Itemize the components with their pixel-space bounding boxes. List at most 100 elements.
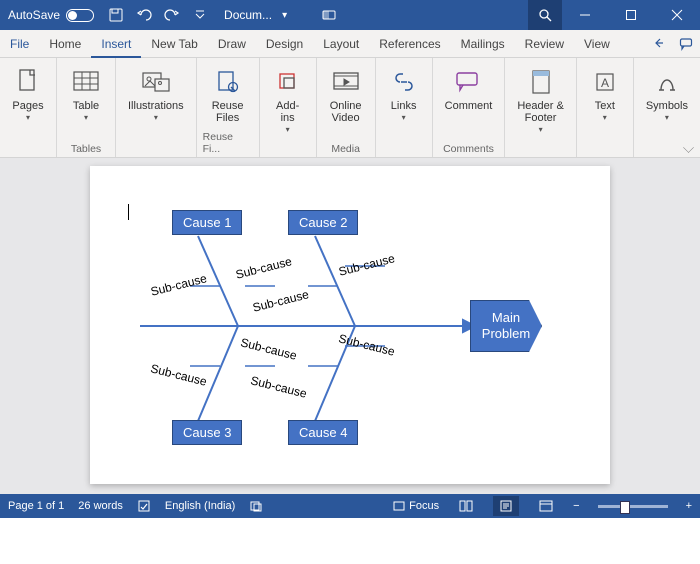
status-bar: Page 1 of 1 26 words English (India) Foc…	[0, 494, 700, 518]
header-footer-button[interactable]: Header & Footer ▾	[511, 62, 569, 138]
focus-mode-button[interactable]: Focus	[393, 500, 439, 512]
share-button[interactable]	[644, 30, 672, 58]
svg-text:A: A	[601, 76, 609, 90]
group-addins: Add- ins ▾	[260, 58, 317, 157]
undo-button[interactable]	[130, 0, 158, 30]
search-button[interactable]	[528, 0, 562, 30]
tab-newtab[interactable]: New Tab	[141, 30, 207, 58]
tab-file[interactable]: File	[0, 30, 39, 58]
cause1-box[interactable]: Cause 1	[172, 210, 242, 235]
word-count[interactable]: 26 words	[78, 500, 123, 512]
autosave-toggle-off-icon[interactable]	[66, 9, 94, 22]
reuse-files-button[interactable]: Reuse Files	[205, 62, 251, 128]
autosave-label: AutoSave	[8, 8, 60, 22]
text-icon: A	[589, 66, 621, 98]
illustrations-icon	[140, 66, 172, 98]
chevron-down-icon: ▾	[402, 114, 406, 122]
cause2-box[interactable]: Cause 2	[288, 210, 358, 235]
close-button[interactable]	[654, 0, 700, 30]
illustrations-group-label	[154, 142, 157, 155]
symbols-label: Symbols	[646, 100, 688, 112]
zoom-out-button[interactable]: −	[573, 500, 579, 512]
chevron-down-icon: ▾	[286, 126, 290, 134]
text-label: Text	[595, 100, 615, 112]
redo-button[interactable]	[158, 0, 186, 30]
addins-label: Add- ins	[276, 100, 299, 124]
save-button[interactable]	[102, 0, 130, 30]
document-title[interactable]: Docum...	[214, 8, 282, 22]
pages-button[interactable]: Pages ▾	[6, 62, 50, 126]
addins-button[interactable]: Add- ins ▾	[266, 62, 310, 138]
title-bar: AutoSave Docum... ▾	[0, 0, 700, 30]
group-links: Links ▾	[376, 58, 433, 157]
tab-mailings[interactable]: Mailings	[451, 30, 515, 58]
tab-layout[interactable]: Layout	[313, 30, 369, 58]
tab-home[interactable]: Home	[39, 30, 91, 58]
page-indicator[interactable]: Page 1 of 1	[8, 500, 64, 512]
symbols-icon	[651, 66, 683, 98]
spellcheck-button[interactable]	[137, 499, 151, 513]
cause4-box[interactable]: Cause 4	[288, 420, 358, 445]
chevron-down-icon: ▾	[539, 126, 543, 134]
chevron-down-icon[interactable]: ▾	[282, 10, 287, 21]
group-text: A Text ▾	[577, 58, 634, 157]
comments-group-label: Comments	[443, 142, 494, 155]
table-label: Table	[73, 100, 99, 112]
chevron-down-icon: ▾	[665, 114, 669, 122]
online-video-icon	[330, 66, 362, 98]
addins-group-label	[286, 142, 289, 155]
comment-label: Comment	[445, 100, 493, 112]
reuse-files-label: Reuse Files	[212, 100, 244, 124]
tab-design[interactable]: Design	[256, 30, 313, 58]
table-button[interactable]: Table ▾	[63, 62, 109, 126]
illustrations-button[interactable]: Illustrations ▾	[122, 62, 190, 126]
tab-review[interactable]: Review	[515, 30, 574, 58]
group-media: Online Video Media	[317, 58, 376, 157]
tab-insert[interactable]: Insert	[91, 30, 141, 58]
print-layout-button[interactable]	[493, 496, 519, 516]
chevron-down-icon: ▾	[26, 114, 30, 122]
cause3-box[interactable]: Cause 3	[172, 420, 242, 445]
pages-icon	[12, 66, 44, 98]
tab-draw[interactable]: Draw	[208, 30, 256, 58]
qat-customize-button[interactable]	[186, 0, 214, 30]
header-footer-icon	[525, 66, 557, 98]
minimize-button[interactable]	[562, 0, 608, 30]
links-icon	[388, 66, 420, 98]
zoom-slider[interactable]	[598, 505, 668, 508]
text-button[interactable]: A Text ▾	[583, 62, 627, 126]
read-mode-button[interactable]	[453, 496, 479, 516]
maximize-button[interactable]	[608, 0, 654, 30]
web-layout-button[interactable]	[533, 496, 559, 516]
links-button[interactable]: Links ▾	[382, 62, 426, 126]
group-reuse-files: Reuse Files Reuse Fi...	[197, 58, 260, 157]
chevron-down-icon: ▾	[84, 114, 88, 122]
comment-button[interactable]: Comment	[439, 62, 499, 116]
document-page[interactable]: Cause 1 Cause 2 Cause 3 Cause 4 Sub-caus…	[90, 166, 610, 484]
group-symbols: Symbols ▾	[634, 58, 700, 157]
header-footer-label: Header & Footer	[517, 100, 563, 124]
language-indicator[interactable]: English (India)	[165, 500, 235, 512]
group-pages: Pages ▾	[0, 58, 57, 157]
autosave-control[interactable]: AutoSave	[0, 8, 102, 22]
header-footer-group-label	[539, 142, 542, 155]
addins-icon	[272, 66, 304, 98]
online-video-button[interactable]: Online Video	[323, 62, 369, 128]
focus-label: Focus	[409, 500, 439, 512]
zoom-in-button[interactable]: +	[686, 500, 692, 512]
group-comments: Comment Comments	[433, 58, 506, 157]
symbols-button[interactable]: Symbols ▾	[640, 62, 694, 126]
tab-view[interactable]: View	[574, 30, 620, 58]
ribbon-tab-strip: File Home Insert New Tab Draw Design Lay…	[0, 30, 700, 58]
accessibility-button[interactable]	[249, 499, 263, 513]
word-app-icon	[317, 0, 341, 30]
group-tables: Table ▾ Tables	[57, 58, 116, 157]
chevron-down-icon: ▾	[154, 114, 158, 122]
language-label: English (India)	[165, 500, 235, 512]
tab-references[interactable]: References	[369, 30, 450, 58]
links-label: Links	[391, 100, 417, 112]
document-canvas[interactable]: Cause 1 Cause 2 Cause 3 Cause 4 Sub-caus…	[0, 158, 700, 494]
ribbon: Pages ▾ Table ▾ Tables Illustrations ▾	[0, 58, 700, 158]
main-problem-box[interactable]: Main Problem	[470, 300, 542, 352]
comments-pane-button[interactable]	[672, 30, 700, 58]
